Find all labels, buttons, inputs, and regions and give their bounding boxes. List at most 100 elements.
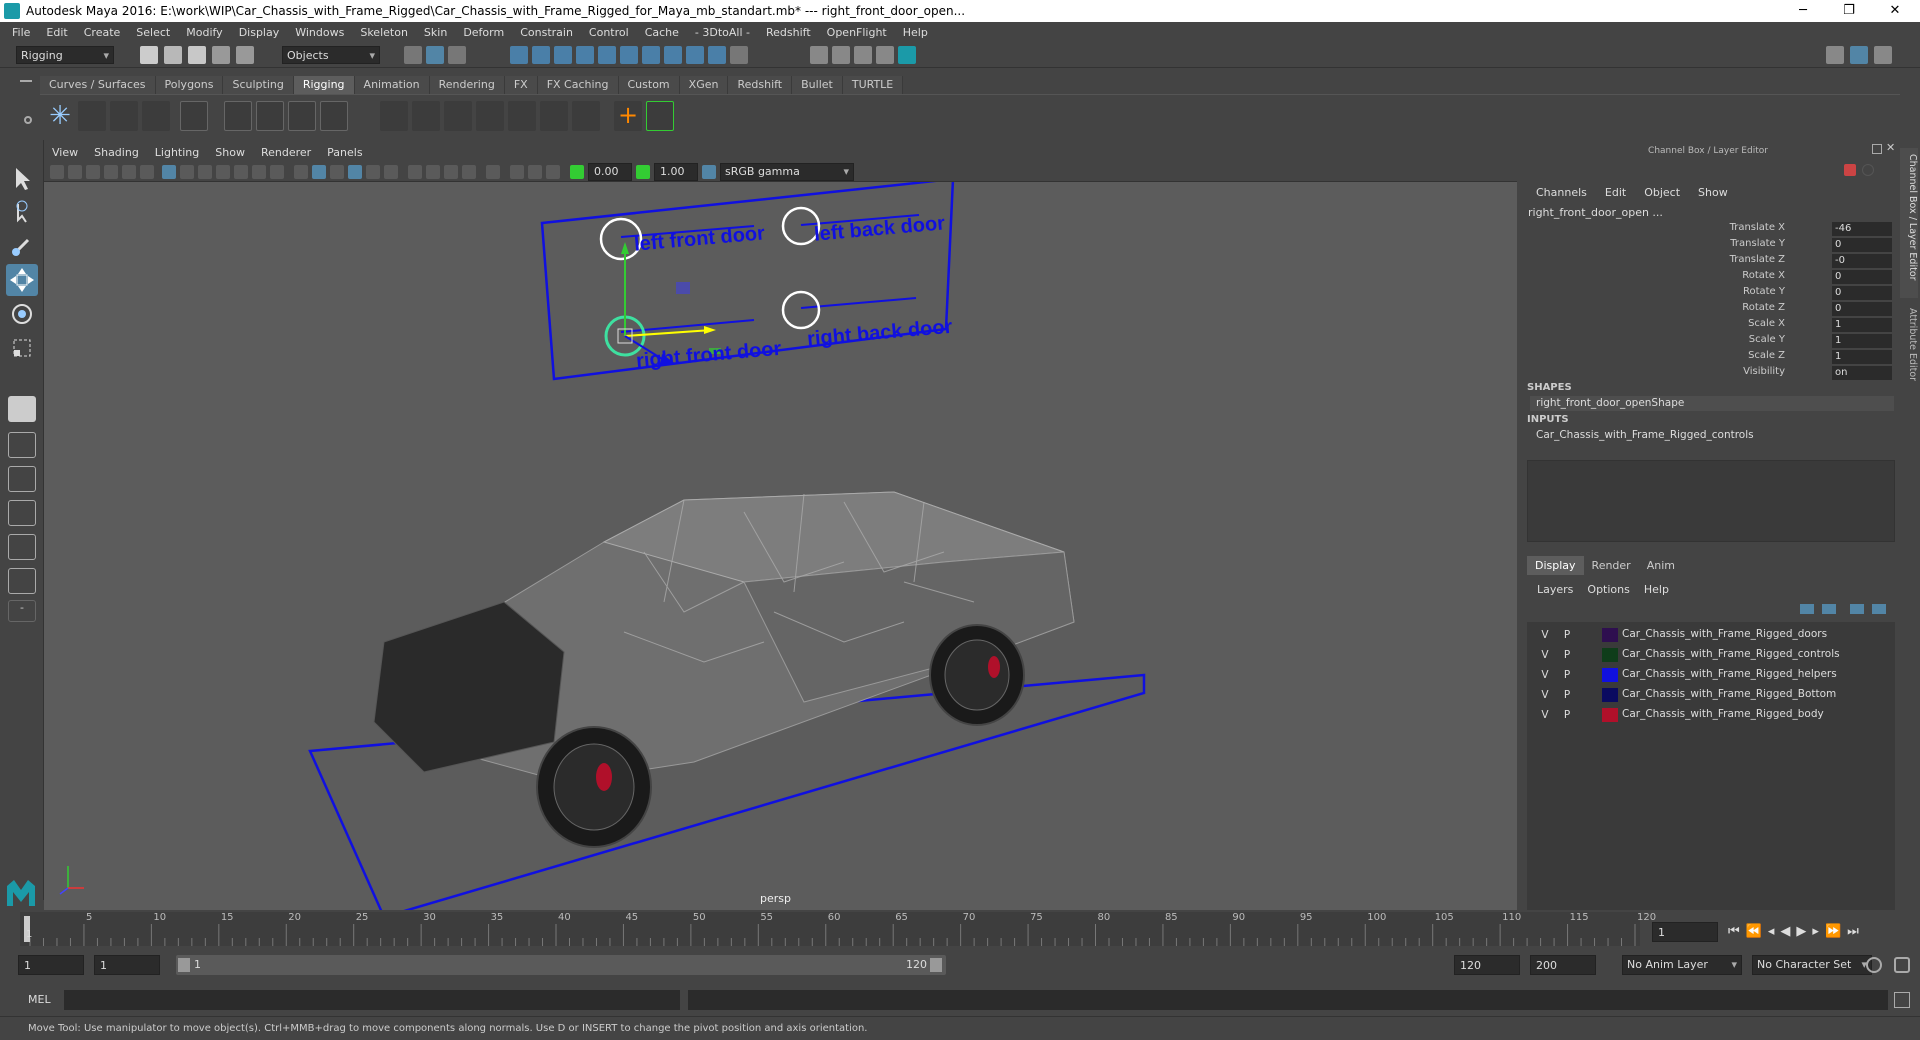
go-to-start-icon[interactable]: ⏮ — [1728, 924, 1740, 939]
layer-display-type[interactable] — [1580, 708, 1598, 723]
hypershade-icon[interactable] — [898, 46, 916, 64]
shelf-tab-custom[interactable]: Custom — [618, 76, 680, 94]
layout-menu-icon[interactable]: - — [8, 600, 36, 622]
layer-color-swatch[interactable] — [1602, 648, 1618, 662]
move-layer-down-icon[interactable] — [1822, 604, 1836, 614]
screen-space-ao-icon[interactable] — [408, 165, 422, 179]
cb-manip-icon[interactable] — [1844, 164, 1856, 176]
grease-pencil-icon[interactable] — [122, 165, 136, 179]
menu-display[interactable]: Display — [239, 26, 280, 39]
layer-name[interactable]: Car_Chassis_with_Frame_Rigged_controls — [1622, 648, 1840, 660]
render-current-icon[interactable] — [832, 46, 850, 64]
viewport-menu-lighting[interactable]: Lighting — [155, 146, 199, 159]
new-scene-icon[interactable] — [140, 46, 158, 64]
shelf-tab-polygons[interactable]: Polygons — [155, 76, 224, 94]
maximize-button[interactable]: ❐ — [1826, 0, 1872, 22]
manip-y-arrow[interactable] — [621, 242, 629, 254]
scale-constraint-icon[interactable] — [508, 101, 536, 131]
persp-outliner-icon[interactable] — [8, 466, 36, 492]
playback-end-field[interactable]: 120 — [1454, 955, 1520, 975]
layer-playback-toggle[interactable]: P — [1558, 648, 1576, 663]
channel-value[interactable]: 0 — [1832, 270, 1892, 284]
shelf-menu-icon[interactable] — [20, 80, 32, 82]
shelf-tab-rendering[interactable]: Rendering — [429, 76, 505, 94]
select-hierarchy-icon[interactable] — [404, 46, 422, 64]
layer-tab-display[interactable]: Display — [1527, 556, 1584, 575]
menu-create[interactable]: Create — [84, 26, 121, 39]
layer-name[interactable]: Car_Chassis_with_Frame_Rigged_doors — [1622, 628, 1827, 640]
layer-visibility-toggle[interactable]: V — [1536, 708, 1554, 723]
layer-row-controls[interactable]: V P Car_Chassis_with_Frame_Rigged_controls — [1530, 646, 1890, 665]
cb-menu-object[interactable]: Object — [1644, 186, 1680, 199]
new-empty-layer-icon[interactable] — [1850, 604, 1864, 614]
layer-row-helpers[interactable]: V P Car_Chassis_with_Frame_Rigged_helpers — [1530, 666, 1890, 685]
time-slider[interactable]: 1 5 10 15 20 25 30 35 40 45 50 55 60 65 70 75 80 85 90 95 1… — [20, 912, 1656, 946]
input-node[interactable]: Car_Chassis_with_Frame_Rigged_controls — [1536, 429, 1754, 441]
layer-display-type[interactable] — [1580, 688, 1598, 703]
shelf-tab-xgen[interactable]: XGen — [679, 76, 729, 94]
channel-box-toggle-icon[interactable] — [1850, 46, 1868, 64]
layer-tab-render[interactable]: Render — [1584, 556, 1639, 575]
play-forwards-icon[interactable]: ▶ — [1796, 924, 1806, 939]
range-end-handle[interactable] — [930, 958, 942, 972]
new-layer-selected-icon[interactable] — [1872, 604, 1886, 614]
lights-icon[interactable] — [366, 165, 380, 179]
viewport-menu-show[interactable]: Show — [215, 146, 245, 159]
rotate-tool-icon[interactable] — [6, 298, 38, 330]
viewport-menu-renderer[interactable]: Renderer — [261, 146, 311, 159]
menu-control[interactable]: Control — [589, 26, 629, 39]
input-ops-icon[interactable] — [730, 46, 748, 64]
range-slider[interactable]: 1 120 — [176, 955, 946, 975]
bookmark-icon[interactable] — [86, 165, 100, 179]
color-management-icon[interactable] — [702, 165, 716, 179]
layer-row-doors[interactable]: V P Car_Chassis_with_Frame_Rigged_doors — [1530, 626, 1890, 645]
shelf-tab-animation[interactable]: Animation — [354, 76, 430, 94]
manip-plane-xz[interactable] — [676, 282, 690, 294]
car-chassis-model[interactable] — [373, 491, 1075, 848]
layout-icon[interactable] — [1826, 46, 1844, 64]
orient-joint-icon[interactable] — [142, 101, 170, 131]
joint-tool-icon[interactable]: ✳ — [46, 101, 74, 131]
close-button[interactable]: ✕ — [1872, 0, 1918, 22]
ik-handle-icon[interactable] — [180, 101, 208, 131]
layer-display-type[interactable] — [1580, 668, 1598, 683]
menu-redshift[interactable]: Redshift — [766, 26, 811, 39]
render-settings-icon[interactable] — [876, 46, 894, 64]
channel-value[interactable]: 1 — [1832, 350, 1892, 364]
cb-menu-edit[interactable]: Edit — [1605, 186, 1626, 199]
shelf-tab-fx-caching[interactable]: FX Caching — [537, 76, 619, 94]
minimize-button[interactable]: ─ — [1780, 0, 1826, 22]
isolate-select-icon[interactable] — [486, 165, 500, 179]
layer-visibility-toggle[interactable]: V — [1536, 648, 1554, 663]
exposure-icon[interactable] — [570, 165, 584, 179]
shadows-icon[interactable] — [384, 165, 398, 179]
menu-constrain[interactable]: Constrain — [520, 26, 573, 39]
shape-node[interactable]: right_front_door_openShape — [1530, 396, 1894, 411]
exposure-field[interactable]: 0.00 — [588, 163, 632, 181]
step-forward-frame-icon[interactable]: ▸ — [1812, 924, 1819, 939]
animation-start-field[interactable]: 1 — [18, 955, 84, 975]
paint-select-icon[interactable] — [6, 230, 38, 262]
animation-preferences-icon[interactable] — [1894, 957, 1910, 973]
layer-visibility-toggle[interactable]: V — [1536, 668, 1554, 683]
shelf-settings-icon[interactable] — [24, 116, 32, 124]
grid-toggle-icon[interactable] — [162, 165, 176, 179]
open-scene-icon[interactable] — [164, 46, 182, 64]
go-to-end-icon[interactable]: ⏭ — [1847, 924, 1859, 939]
menu-windows[interactable]: Windows — [295, 26, 344, 39]
camera-attributes-icon[interactable] — [68, 165, 82, 179]
xray-joints-icon[interactable] — [546, 165, 560, 179]
menu-edit[interactable]: Edit — [46, 26, 67, 39]
cluster-icon[interactable] — [256, 101, 284, 131]
layer-playback-toggle[interactable]: P — [1558, 688, 1576, 703]
shelf-tab-rigging[interactable]: Rigging — [293, 76, 355, 94]
lattice-icon[interactable] — [288, 101, 316, 131]
layer-menu-layers[interactable]: Layers — [1537, 583, 1573, 596]
channel-value[interactable]: 0 — [1832, 302, 1892, 316]
viewport-menu-view[interactable]: View — [52, 146, 78, 159]
lock-icon[interactable] — [708, 46, 726, 64]
side-tab-attribute-editor[interactable]: Attribute Editor — [1900, 302, 1918, 394]
layer-row-body[interactable]: V P Car_Chassis_with_Frame_Rigged_body — [1530, 706, 1890, 725]
layer-display-type[interactable] — [1580, 628, 1598, 643]
menu-modify[interactable]: Modify — [186, 26, 222, 39]
